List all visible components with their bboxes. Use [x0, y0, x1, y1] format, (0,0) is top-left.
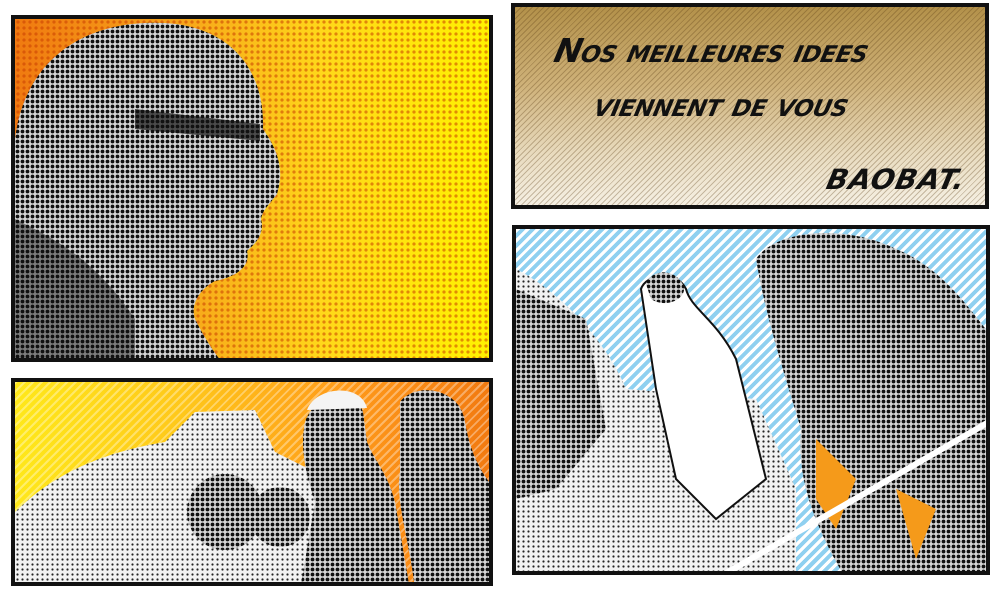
comic-panel-worksite — [512, 225, 990, 575]
man-profile-illustration — [15, 22, 281, 358]
caption-line-1: Nos meilleures idees — [550, 31, 873, 70]
worker-with-helmet — [301, 396, 409, 582]
worker-portrait — [399, 390, 489, 582]
comic-panel-portrait — [11, 15, 493, 362]
caption-line-2: viennent de vous — [590, 85, 853, 124]
comic-panel-machinery — [11, 378, 493, 586]
workers-with-loader-illustration — [15, 390, 489, 582]
construction-workers-illustration — [516, 233, 986, 571]
comic-caption-box: Nos meilleures idees viennent de vous ba… — [511, 3, 989, 209]
brand-signature: baobat. — [823, 163, 969, 196]
hard-hat — [307, 390, 367, 410]
loader-wheel — [250, 487, 310, 547]
